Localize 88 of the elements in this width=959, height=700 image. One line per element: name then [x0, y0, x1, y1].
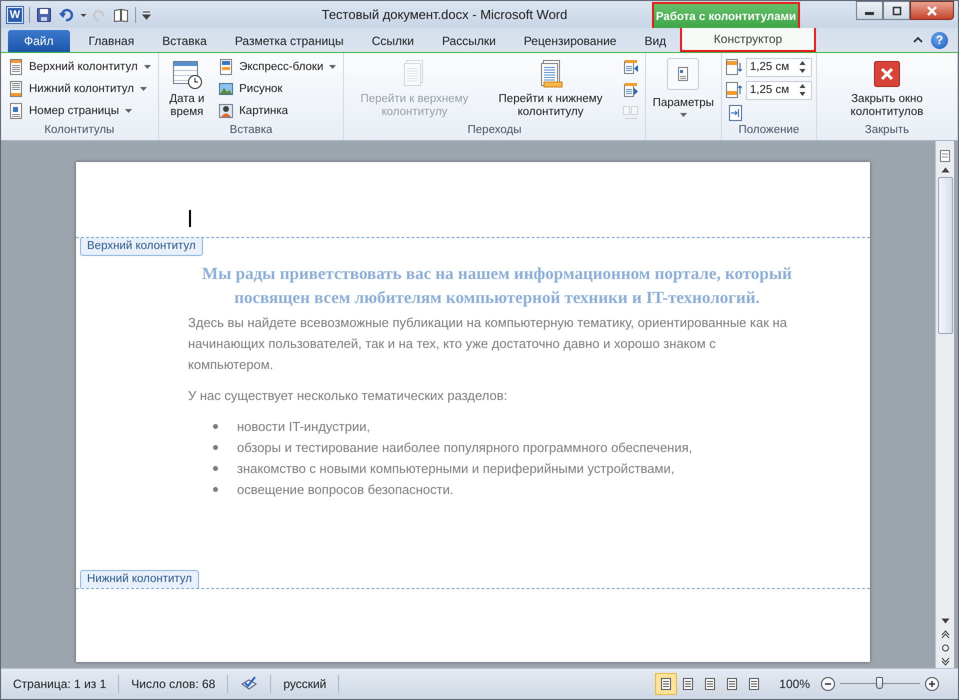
slider-thumb[interactable] — [876, 677, 883, 689]
page-arrow-icon — [726, 82, 742, 98]
ribbon-tab[interactable]: Ссылки — [358, 30, 428, 52]
ribbon-button[interactable]: Верхний колонтитул — [5, 56, 154, 77]
bullet-icon — [213, 487, 218, 492]
bullet-icon — [213, 466, 218, 471]
page-lines-icon — [725, 677, 740, 691]
close-icon — [926, 6, 938, 16]
spinner-arrows-icon[interactable] — [798, 60, 806, 74]
undo-icon[interactable] — [58, 6, 74, 22]
bullet-icon — [213, 424, 218, 429]
save-icon[interactable] — [36, 6, 52, 22]
scroll-thumb[interactable] — [938, 177, 952, 334]
ribbon-tab[interactable]: Файл — [8, 30, 70, 52]
page-lines-icon — [703, 677, 718, 691]
spin-field[interactable]: 1,25 см — [746, 58, 812, 76]
ribbon-button[interactable]: Нижний колонтитул — [5, 78, 154, 99]
minimize-button[interactable] — [856, 1, 883, 20]
page-lines-icon — [659, 677, 674, 691]
pages-icon — [622, 105, 639, 121]
ribbon-large-button[interactable]: Дата и время — [162, 56, 212, 121]
ruler-toggle-icon[interactable] — [939, 149, 951, 163]
footer-label: Нижний колонтитул — [80, 570, 199, 588]
ribbon-large-button[interactable]: Закрыть окно колонтитулов — [820, 56, 953, 121]
picture-icon — [218, 80, 234, 96]
ribbon-tab[interactable]: Конструктор — [680, 28, 816, 52]
collapse-ribbon-icon[interactable] — [913, 36, 923, 44]
window-title: Тестовый документ.docx - Microsoft Word — [320, 7, 568, 22]
scroll-down-icon[interactable] — [940, 618, 950, 624]
book-icon[interactable] — [113, 6, 129, 22]
ribbon-tab[interactable]: Вставка — [148, 30, 221, 52]
group-label: Колонтитулы — [43, 124, 116, 138]
list-item: знакомство с новыми компьютерными и периферийными устройствами, — [237, 460, 674, 478]
group-label: Положение — [738, 124, 800, 138]
contextual-tab-group: Работа с колонтитулами — [652, 2, 800, 28]
zoom-in-icon[interactable] — [924, 676, 940, 692]
vertical-scrollbar[interactable] — [935, 141, 954, 668]
word-count[interactable]: Число слов: 68 — [119, 675, 228, 693]
page-icon — [218, 58, 234, 74]
page-lines-icon — [747, 677, 762, 691]
ribbon-button[interactable]: Номер страницы — [5, 100, 154, 121]
list-item: обзоры и тестирование наиболее популярного программного обеспечения, — [237, 439, 692, 457]
page-arrow-icon — [726, 59, 742, 75]
ribbon-tab[interactable]: Рассылки — [428, 30, 510, 52]
ribbon-tab[interactable]: Разметка страницы — [220, 30, 358, 52]
browse-buttons-icon[interactable] — [940, 628, 950, 668]
calendar-clock-icon — [170, 58, 203, 90]
page-icon — [8, 102, 24, 118]
spin-field[interactable]: 1,25 см — [746, 80, 812, 100]
ribbon-button[interactable]: Рисунок — [215, 78, 340, 99]
proofing-book-icon[interactable] — [240, 676, 258, 692]
ribbon-tab[interactable]: Главная — [74, 30, 148, 52]
ribbon-tab[interactable]: Рецензирование — [510, 30, 630, 52]
page-icon — [8, 80, 24, 96]
page-counter[interactable]: Страница: 1 из 1 — [1, 675, 120, 693]
group-label: Переходы — [466, 124, 522, 138]
app-logo: W — [7, 6, 23, 22]
ribbon-large-button[interactable]: Параметры — [650, 56, 717, 119]
paragraph: У нас существует несколько тематических разделов: — [188, 387, 508, 405]
page-arrow-icon — [622, 82, 639, 98]
ribbon-tab[interactable]: Вид — [630, 30, 680, 52]
page-icon — [8, 58, 24, 74]
group-label: Закрыть — [864, 124, 910, 138]
heading: Мы рады приветствовать вас на нашем информационном портале, который посвящен всем любителям компьютерной техники и IT-технологий. — [201, 263, 793, 309]
page-lines-icon — [681, 677, 696, 691]
ribbon-large-button[interactable]: Перейти к нижнему колонтитулу — [484, 56, 617, 121]
text-cursor — [189, 210, 190, 227]
ribbon-button[interactable]: Картинка — [215, 100, 340, 121]
zoom-level[interactable]: 100% — [779, 677, 810, 691]
list-item: освещение вопросов безопасности. — [237, 481, 454, 499]
scroll-up-icon[interactable] — [940, 167, 950, 173]
bullet-icon — [213, 445, 218, 450]
zoom-out-icon[interactable] — [820, 676, 836, 692]
header-label: Верхний колонтитул — [80, 238, 203, 256]
clipart-icon — [218, 102, 234, 118]
maximize-icon — [892, 6, 902, 16]
language-indicator[interactable]: русский — [271, 675, 340, 693]
close-button[interactable] — [910, 1, 954, 20]
minimize-icon — [865, 12, 874, 15]
list-item: новости IT-индустрии, — [237, 418, 370, 436]
group-label: Вставка — [228, 124, 274, 138]
paragraph: Здесь вы найдете всевозможные публикации на компьютерную тематику, ориентированные как на начинающих пользователей, так и на тех, кто уже достаточно давно и хорошо знаком с компьютером. — [188, 314, 788, 374]
view-button[interactable] — [655, 673, 678, 695]
ribbon-button[interactable]: Экспресс-блоки — [215, 56, 340, 77]
zoom-slider[interactable] — [840, 676, 920, 692]
spinner-arrows-icon[interactable] — [798, 83, 806, 97]
maximize-button[interactable] — [883, 1, 910, 20]
page-arrow-icon — [622, 59, 639, 75]
